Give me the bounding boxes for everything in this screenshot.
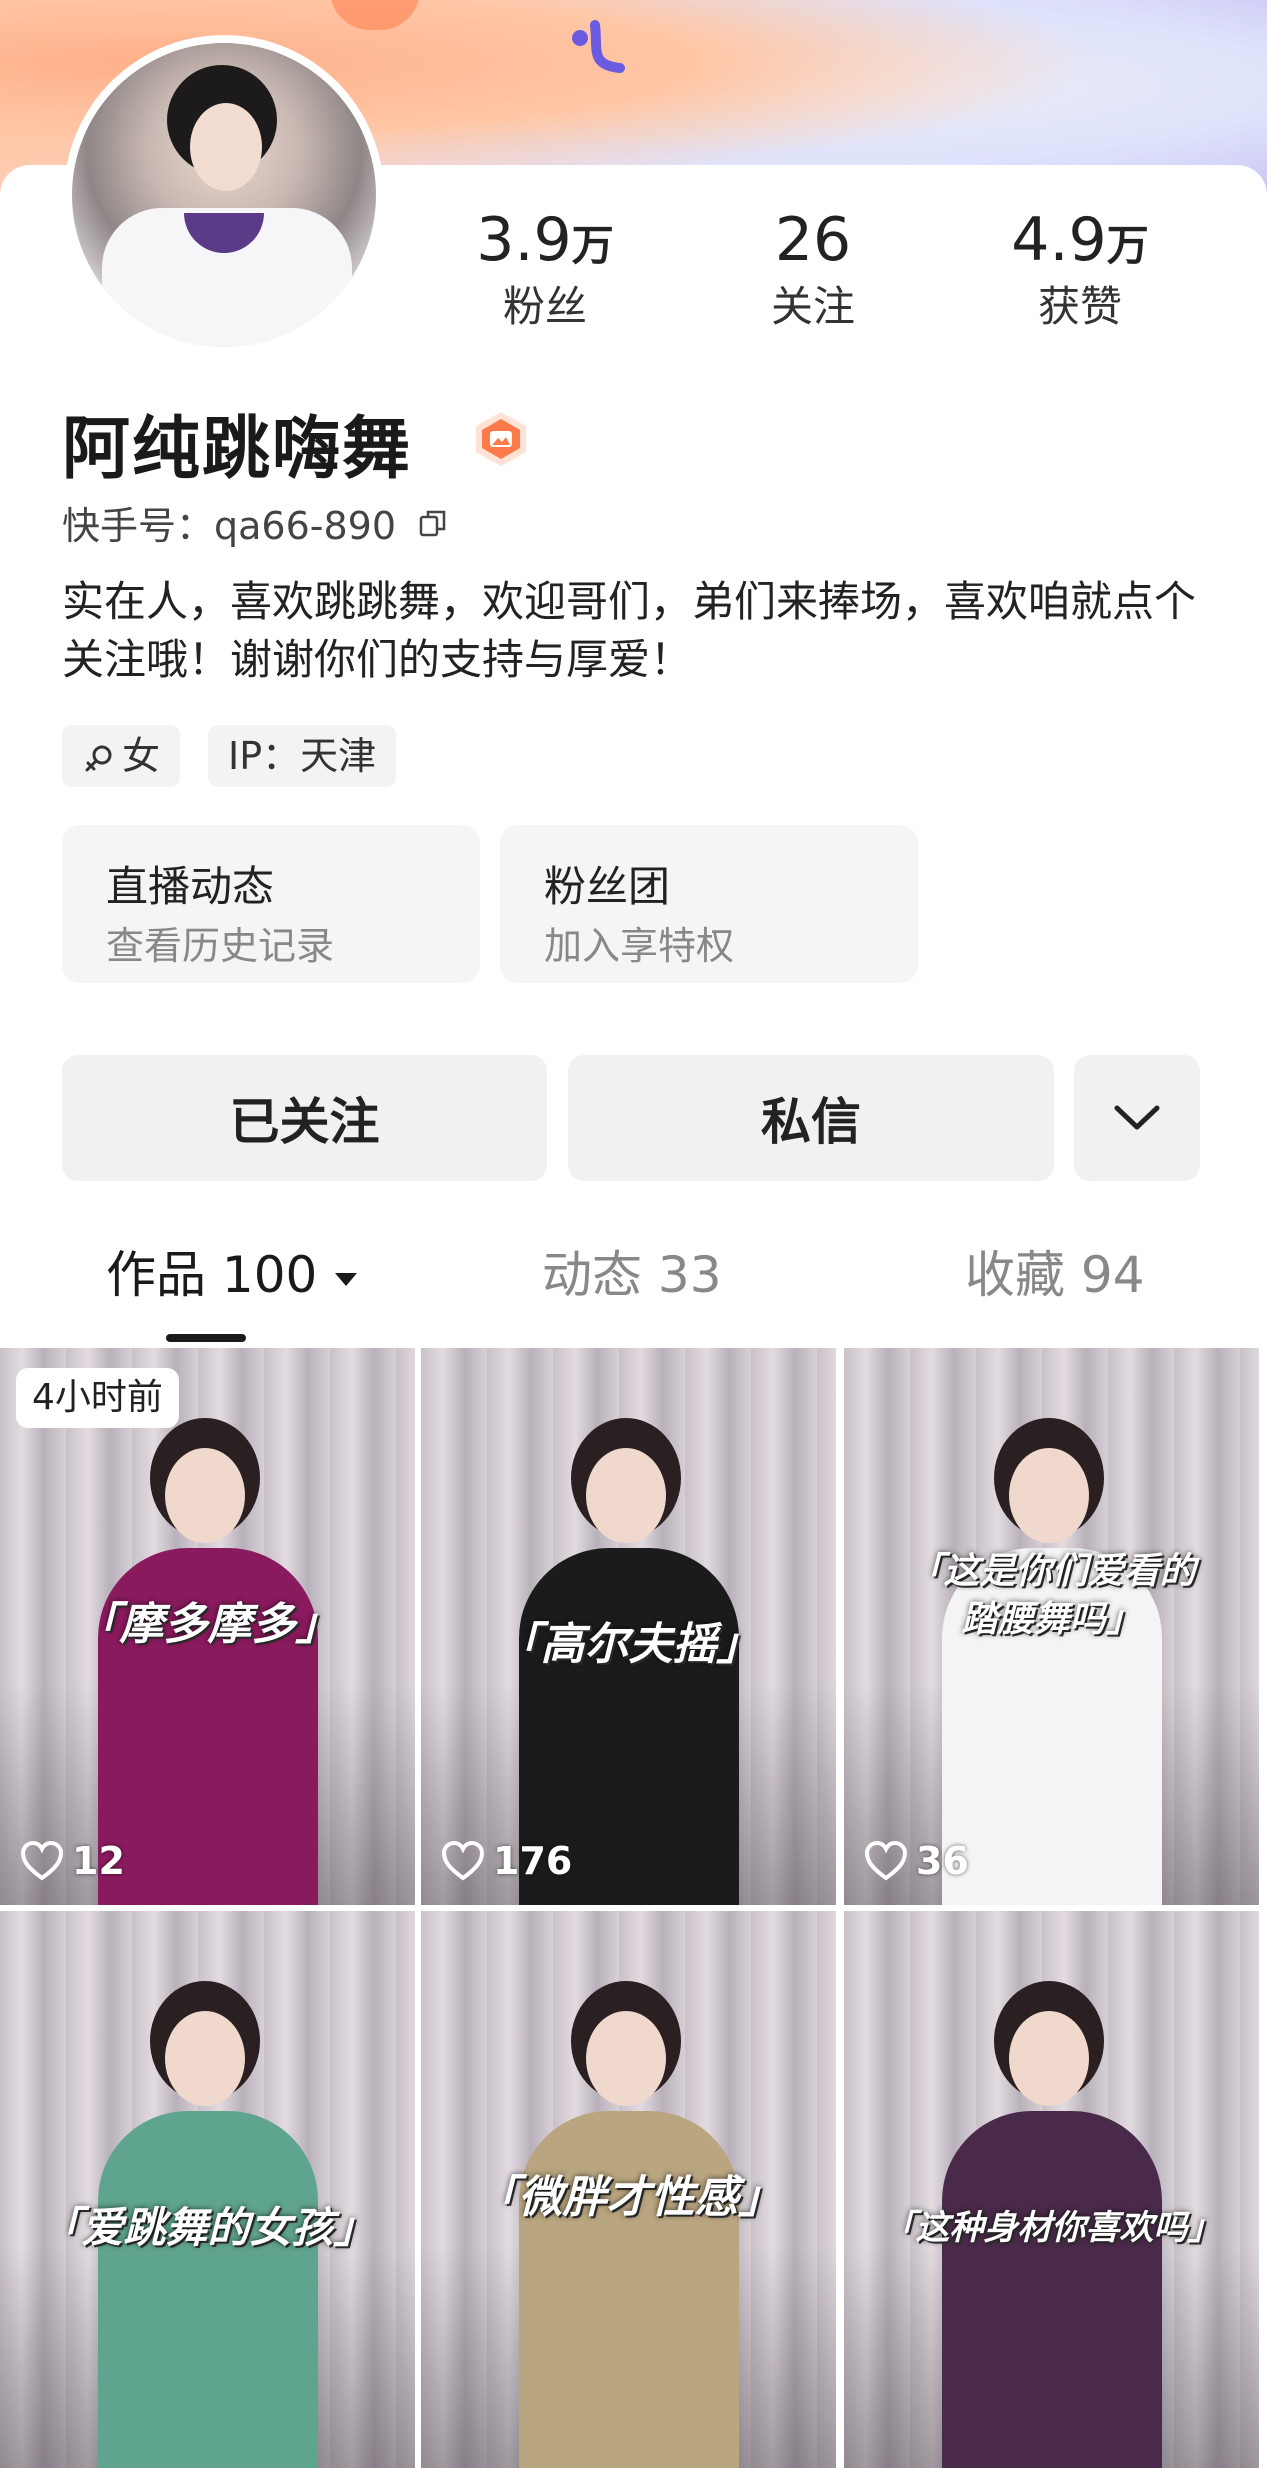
- female-icon: [85, 745, 112, 771]
- video-tile[interactable]: 「高尔夫摇」 176: [421, 1348, 836, 1905]
- heart-icon: [441, 1841, 485, 1881]
- kuaishou-id-text: 快手号：qa66-890: [62, 504, 397, 548]
- caret-down-icon: [335, 1272, 358, 1286]
- live-activity-card[interactable]: 直播动态 查看历史记录: [62, 825, 480, 983]
- live-activity-title: 直播动态: [106, 862, 275, 911]
- ip-tag-label: IP：天津: [228, 734, 377, 778]
- video-tile[interactable]: 「微胖才性感」: [421, 1911, 836, 2468]
- profile-name: 阿纯跳嗨舞: [62, 410, 413, 489]
- stat-following-value: 26: [774, 205, 852, 275]
- heart-icon: [20, 1841, 64, 1881]
- stat-followers-label: 粉丝: [502, 282, 587, 331]
- video-thumbnail-figure: [519, 2111, 739, 2468]
- video-caption: 「摩多摩多」: [75, 1599, 340, 1650]
- live-activity-subtitle: 查看历史记录: [106, 924, 335, 968]
- video-likes: 12: [20, 1839, 125, 1883]
- video-likes: 36: [864, 1839, 969, 1883]
- video-thumbnail-figure: [942, 2111, 1162, 2468]
- video-tile[interactable]: 「这是你们爱看的 踏腰舞吗」 36: [844, 1348, 1259, 1905]
- video-caption: 「高尔夫摇」: [496, 1619, 761, 1670]
- tab-active-indicator: [166, 1334, 246, 1342]
- video-likes-count: 176: [493, 1839, 573, 1883]
- stat-likes-unit: 万: [1106, 221, 1149, 270]
- video-likes-count: 12: [72, 1839, 125, 1883]
- kuaishou-id: 快手号：qa66-890: [62, 495, 448, 550]
- tab-moments[interactable]: 动态 33: [542, 1240, 722, 1310]
- gender-tag: 女: [62, 725, 181, 787]
- avatar[interactable]: [64, 35, 384, 355]
- profile-bio: 实在人，喜欢跳跳舞，欢迎哥们，弟们来捧场，喜欢咱就点个关注哦！谢谢你们的支持与厚…: [62, 577, 1197, 684]
- video-caption: 「爱跳舞的女孩」: [39, 2203, 376, 2252]
- avatar-image: [72, 43, 376, 347]
- video-caption: 「这是你们爱看的 踏腰舞吗」: [907, 1551, 1196, 1640]
- chevron-down-icon: [1114, 1105, 1160, 1130]
- tab-works-label: 作品 100: [106, 1246, 318, 1304]
- stat-likes-label: 获赞: [1037, 282, 1122, 331]
- stat-following[interactable]: 26 关注: [713, 205, 913, 333]
- ip-tag: IP：天津: [208, 725, 397, 787]
- banner-decoration-face: [572, 20, 625, 73]
- video-tile[interactable]: 4小时前 「摩多摩多」 12: [0, 1348, 415, 1905]
- gender-tag-label: 女: [122, 734, 161, 778]
- fan-club-subtitle: 加入享特权: [544, 924, 735, 968]
- stat-following-label: 关注: [770, 282, 855, 331]
- tab-favorites[interactable]: 收藏 94: [965, 1240, 1145, 1310]
- content-tabs: 作品 100 动态 33 收藏 94: [0, 1240, 1267, 1320]
- stat-likes[interactable]: 4.9万 获赞: [980, 205, 1180, 333]
- stat-followers-value: 3.9: [476, 205, 572, 275]
- copy-icon[interactable]: [418, 508, 448, 538]
- video-likes-count: 36: [916, 1839, 969, 1883]
- video-tile[interactable]: 「爱跳舞的女孩」: [0, 1911, 415, 2468]
- stat-followers[interactable]: 3.9万 粉丝: [445, 205, 645, 333]
- following-button[interactable]: 已关注: [62, 1055, 547, 1181]
- message-button[interactable]: 私信: [568, 1055, 1054, 1181]
- video-caption: 「这种身材你喜欢吗」: [881, 2208, 1222, 2248]
- video-time-badge: 4小时前: [16, 1368, 179, 1428]
- video-thumbnail-figure: [98, 2111, 318, 2468]
- creator-badge-icon[interactable]: [472, 410, 530, 468]
- fan-club-title: 粉丝团: [544, 862, 671, 911]
- banner-decoration: [330, 0, 420, 30]
- stat-likes-value: 4.9: [1011, 205, 1107, 275]
- video-likes: 176: [441, 1839, 572, 1883]
- heart-icon: [864, 1841, 908, 1881]
- video-tile[interactable]: 「这种身材你喜欢吗」: [844, 1911, 1259, 2468]
- tab-works[interactable]: 作品 100: [106, 1240, 359, 1310]
- stat-followers-unit: 万: [571, 221, 614, 270]
- more-options-button[interactable]: [1074, 1055, 1200, 1181]
- fan-club-card[interactable]: 粉丝团 加入享特权: [500, 825, 918, 983]
- video-caption: 「微胖才性感」: [474, 2172, 783, 2223]
